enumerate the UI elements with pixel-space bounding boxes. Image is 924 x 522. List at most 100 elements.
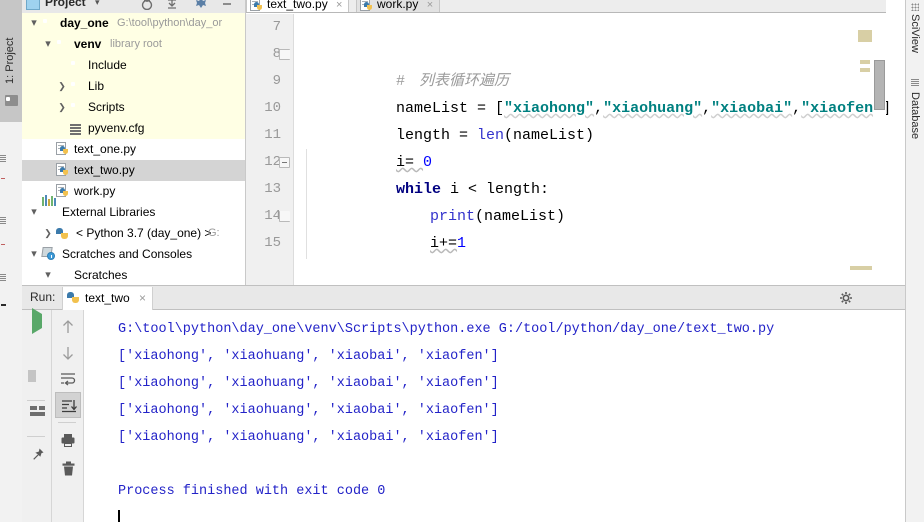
run-tab-label: text_two: [85, 291, 130, 305]
layout-icon[interactable]: [24, 406, 50, 432]
scroll-to-end-icon[interactable]: [55, 392, 81, 418]
tree-item-text_two-py[interactable]: text_two.py: [22, 160, 245, 181]
chevron-down-icon[interactable]: ▾: [95, 0, 100, 8]
edge-marker: [1, 304, 6, 306]
fold-marker-icon[interactable]: [279, 49, 290, 60]
code-token: ,: [702, 100, 712, 117]
code-editor[interactable]: 7 8 9 10 11 12 13 14 15 # 列表循环遍历 nameLis…: [246, 14, 891, 285]
tree-item-label: Scratches: [74, 268, 128, 282]
collapse-all-icon[interactable]: [165, 0, 179, 13]
chevron-down-icon[interactable]: [42, 265, 54, 285]
sidebar-tab-project-label: 1: Project: [4, 37, 16, 84]
chevron-down-icon[interactable]: [28, 244, 40, 265]
tree-item-text_one-py[interactable]: text_one.py: [22, 139, 245, 160]
project-tree[interactable]: day_one G:\tool\python\day_or venv libra…: [22, 13, 245, 285]
chevron-right-icon[interactable]: [42, 223, 54, 244]
tree-item-label: day_one: [60, 16, 109, 30]
close-icon[interactable]: ×: [139, 291, 146, 305]
fold-marker-icon[interactable]: [279, 157, 290, 168]
console-line: ['xiaohong', 'xiaohuang', 'xiaobai', 'xi…: [118, 403, 499, 418]
tree-item-scratches[interactable]: Scratches: [22, 265, 245, 285]
folder-icon: [42, 17, 56, 30]
sidebar-tab-project[interactable]: 1: Project: [0, 0, 22, 122]
editor-tab-bar: text_two.py × work.py ×: [246, 0, 886, 13]
code-token: i+=: [430, 235, 458, 252]
tree-item-scripts[interactable]: Scripts: [22, 97, 245, 118]
scroll-up-icon[interactable]: [55, 314, 81, 340]
line-number: 9: [272, 73, 281, 89]
fold-marker-icon[interactable]: [279, 211, 290, 222]
run-toolbar-right[interactable]: [52, 310, 84, 522]
gear-icon[interactable]: [839, 291, 853, 308]
python-file-icon: [67, 292, 81, 306]
chevron-down-icon[interactable]: [42, 34, 54, 55]
folder-icon: [56, 269, 70, 282]
edge-marker: [0, 155, 6, 162]
grip-icon: [911, 3, 919, 11]
editor-area: text_two.py × work.py × 7 8 9 10 11 12 1…: [246, 0, 891, 285]
scroll-down-icon[interactable]: [55, 340, 81, 366]
chevron-down-icon[interactable]: [28, 13, 40, 34]
editor-scrollbar[interactable]: [873, 28, 886, 285]
console-line: ['xiaohong', 'xiaohuang', 'xiaobai', 'xi…: [118, 376, 499, 391]
pause-icon[interactable]: [24, 370, 50, 396]
tree-item-label: Lib: [88, 79, 105, 93]
tree-item-lib[interactable]: Lib: [22, 76, 245, 97]
chevron-down-icon[interactable]: [28, 202, 40, 223]
run-icon[interactable]: [24, 308, 50, 340]
python-sdk-icon: [56, 227, 70, 240]
editor-marker: [860, 68, 870, 72]
sidebar-tab-sciview-label: SciView: [909, 14, 921, 53]
tree-item-note: library root: [110, 38, 162, 50]
editor-marker: [860, 60, 870, 64]
line-number: 10: [264, 100, 281, 116]
folder-icon: [70, 59, 84, 72]
editor-gutter[interactable]: 7 8 9 10 11 12 13 14 15: [246, 14, 294, 285]
settings-icon[interactable]: [194, 0, 208, 13]
code-line-10: length = len(nameList): [306, 95, 594, 144]
editor-marker: [850, 266, 872, 270]
tree-item-day_one[interactable]: day_one G:\tool\python\day_or: [22, 13, 245, 34]
tree-item-scratches-and-consoles[interactable]: Scratches and Consoles: [22, 244, 245, 265]
code-string: "xiaobai": [711, 100, 793, 117]
console-line: Process finished with exit code 0: [118, 484, 386, 499]
run-console-output[interactable]: G:\tool\python\day_one\venv\Scripts\pyth…: [84, 310, 905, 522]
project-panel-header: Project ▾: [22, 0, 245, 13]
editor-scrollbar-thumb[interactable]: [874, 60, 885, 110]
tree-item-python-sdk[interactable]: < Python 3.7 (day_one) > G:: [22, 223, 245, 244]
trash-icon[interactable]: [55, 456, 81, 482]
target-icon[interactable]: [140, 0, 154, 13]
close-icon[interactable]: ×: [427, 0, 433, 11]
run-toolbar-left[interactable]: [22, 308, 52, 522]
soft-wrap-icon[interactable]: [55, 366, 81, 392]
project-window-icon: [26, 0, 40, 10]
code-lines[interactable]: # 列表循环遍历 nameList = ["xiaohong","xiaohuan…: [294, 14, 891, 285]
chevron-right-icon[interactable]: [56, 76, 68, 97]
editor-marker: [858, 30, 872, 42]
tree-item-pyvenv-cfg[interactable]: pyvenv.cfg: [22, 118, 245, 139]
pin-icon[interactable]: [24, 442, 50, 468]
chevron-right-icon[interactable]: [56, 97, 68, 118]
right-tool-strip: SciView Database: [905, 0, 924, 522]
code-line-13: print(nameList): [306, 176, 565, 225]
tree-item-label: venv: [74, 37, 102, 51]
tree-item-venv[interactable]: venv library root: [22, 34, 245, 55]
tree-item-external-libraries[interactable]: External Libraries: [22, 195, 245, 223]
run-tab-text_two[interactable]: text_two ×: [62, 287, 154, 310]
stop-icon[interactable]: [24, 342, 50, 368]
sidebar-tab-sciview[interactable]: SciView: [906, 0, 924, 66]
project-panel-title: Project: [45, 0, 86, 9]
hide-icon[interactable]: [220, 0, 234, 13]
tree-item-label: Scripts: [88, 100, 125, 114]
database-icon: [911, 79, 919, 87]
cfg-file-icon: [70, 123, 84, 136]
gutter-strip: [246, 14, 251, 285]
tree-item-label: work.py: [74, 184, 116, 198]
print-icon[interactable]: [55, 428, 81, 454]
tree-item-include[interactable]: Include: [22, 55, 245, 76]
close-icon[interactable]: ×: [336, 0, 342, 11]
run-panel-header: Run: text_two ×: [22, 286, 905, 310]
editor-tab-work[interactable]: work.py ×: [356, 0, 441, 12]
sidebar-tab-database[interactable]: Database: [906, 76, 924, 152]
editor-tab-text_two[interactable]: text_two.py ×: [246, 0, 350, 12]
